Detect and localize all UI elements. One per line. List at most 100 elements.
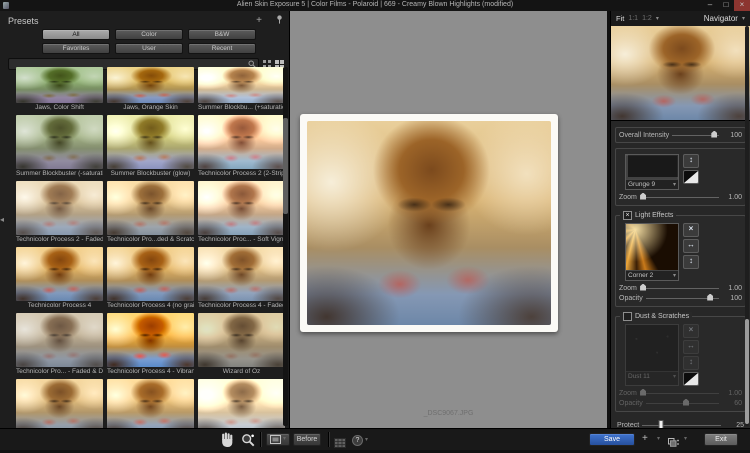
save-button[interactable]: Save (589, 433, 635, 446)
snapshot-dropdown-icon[interactable]: ▾ (657, 433, 660, 446)
flip-horizontal-button[interactable]: ↔ (683, 340, 699, 354)
flip-vertical-button[interactable]: ↕ (683, 356, 699, 370)
help-dropdown-icon[interactable]: ▾ (365, 434, 368, 447)
preset-thumbnail[interactable] (198, 247, 285, 301)
light-opacity-slider[interactable] (646, 298, 719, 299)
shuffle-light-button[interactable]: × (683, 223, 699, 237)
compare-views-button[interactable] (668, 435, 679, 453)
light-effect-picker[interactable]: Corner 2 ▾ (625, 223, 679, 281)
preset-thumbnail[interactable] (16, 67, 103, 103)
preset-thumbnail[interactable] (16, 181, 103, 235)
add-snapshot-icon[interactable]: + (642, 432, 648, 445)
preset-item[interactable]: Summer Blockbu... (+saturation) (198, 67, 285, 113)
texture-preview[interactable] (626, 155, 678, 179)
exit-button[interactable]: Exit (704, 433, 738, 446)
close-button[interactable]: × (734, 0, 750, 11)
split-view-button[interactable]: ▾ (266, 433, 290, 446)
navigator-dropdown-icon[interactable]: ▾ (742, 15, 745, 22)
light-effect-dropdown-icon[interactable]: ▾ (673, 272, 676, 279)
preset-item[interactable]: Technicolor Pro...ded & Scratched (107, 181, 194, 245)
preset-item[interactable] (107, 379, 194, 428)
presets-scrollbar-thumb[interactable] (283, 118, 288, 214)
preset-item[interactable]: Technicolor Process 4 - Faded (198, 247, 285, 311)
zoom-1-2-button[interactable]: 1:2 (642, 15, 652, 22)
minimize-button[interactable]: – (702, 0, 718, 11)
invert-texture-button[interactable] (683, 170, 699, 184)
pin-panel-icon[interactable] (276, 15, 283, 27)
before-button[interactable]: Before (293, 433, 321, 446)
tab-recent[interactable]: Recent (188, 43, 256, 54)
tab-bw[interactable]: B&W (188, 29, 256, 40)
zoom-1-1-button[interactable]: 1:1 (628, 15, 638, 22)
preset-thumbnail[interactable] (16, 379, 103, 428)
preset-item[interactable]: Technicolor Proc... - Soft Vignette (198, 181, 285, 245)
add-preset-icon[interactable]: + (256, 16, 262, 26)
texture-picker[interactable]: Grunge 9 ▾ (625, 154, 679, 190)
maximize-button[interactable]: □ (718, 0, 734, 11)
dust-texture-dropdown-icon[interactable]: ▾ (673, 373, 676, 380)
contact-sheet-button[interactable] (334, 435, 346, 453)
preset-thumbnail[interactable] (107, 379, 194, 428)
light-effects-checkbox[interactable]: × (623, 211, 632, 220)
protect-slider[interactable] (642, 425, 721, 426)
tab-favorites[interactable]: Favorites (42, 43, 110, 54)
preset-item[interactable]: Wizard of Oz (198, 313, 285, 377)
preset-item[interactable]: Technicolor Process 2 - Faded (16, 181, 103, 245)
preset-item[interactable]: Technicolor Process 4 - Vibrant (107, 313, 194, 377)
preset-thumbnail[interactable] (198, 379, 285, 428)
dust-zoom-slider[interactable] (640, 393, 719, 394)
preset-item[interactable]: Technicolor Pro... - Faded & Dust (16, 313, 103, 377)
preset-thumbnail[interactable] (107, 67, 194, 103)
preset-item[interactable] (16, 379, 103, 428)
preset-item[interactable]: Technicolor Process 4 (16, 247, 103, 311)
tab-user[interactable]: User (115, 43, 183, 54)
invert-dust-button[interactable] (683, 372, 699, 386)
compare-dropdown-icon[interactable]: ▾ (684, 433, 687, 446)
preset-thumbnail[interactable] (107, 181, 194, 235)
help-button[interactable]: ? (352, 435, 363, 446)
dust-texture-preview[interactable] (626, 325, 678, 371)
hand-tool-button[interactable] (220, 432, 235, 452)
preset-thumbnail[interactable] (198, 67, 285, 103)
flip-vertical-button[interactable]: ↕ (683, 255, 699, 269)
preset-thumbnail[interactable] (16, 313, 103, 367)
preset-thumbnail[interactable] (198, 313, 285, 367)
flip-vertical-button[interactable]: ↕ (683, 154, 699, 168)
tab-color[interactable]: Color (115, 29, 183, 40)
preset-label: Technicolor Process 4 (no grain) (107, 301, 194, 311)
settings-scrollbar[interactable] (745, 26, 749, 426)
dust-scratches-checkbox[interactable] (623, 312, 632, 321)
preset-item[interactable] (198, 379, 285, 428)
dust-opacity-slider[interactable] (646, 403, 719, 404)
collapse-panel-icon[interactable]: ◂ (0, 215, 4, 224)
preset-thumbnail[interactable] (107, 313, 194, 367)
texture-dropdown-icon[interactable]: ▾ (673, 181, 676, 188)
preset-thumbnail[interactable] (198, 181, 285, 235)
fit-button[interactable]: Fit (616, 14, 624, 23)
shuffle-dust-button[interactable]: × (683, 324, 699, 338)
preset-thumbnail[interactable] (16, 115, 103, 169)
preset-item[interactable]: Jaws, Orange Skin (107, 67, 194, 113)
preset-item[interactable]: Jaws, Color Shift (16, 67, 103, 113)
tab-all[interactable]: All (42, 29, 110, 40)
navigator-thumbnail[interactable] (611, 26, 750, 121)
presets-scrollbar[interactable] (283, 67, 288, 426)
light-effect-preview[interactable] (626, 224, 678, 270)
flip-horizontal-button[interactable]: ↔ (683, 239, 699, 253)
preset-thumbnail[interactable] (16, 247, 103, 301)
preset-item[interactable]: Technicolor Process 4 (no grain) (107, 247, 194, 311)
preset-item[interactable]: Technicolor Process 2 (2-Strip) (198, 115, 285, 179)
overall-intensity-slider[interactable] (672, 135, 719, 136)
preset-thumbnail[interactable] (107, 247, 194, 301)
settings-scrollbar-thumb[interactable] (745, 319, 749, 424)
preset-thumbnail[interactable] (198, 115, 285, 169)
preset-item[interactable]: Summer Blockbuster (glow) (107, 115, 194, 179)
zoom-tool-button[interactable] (241, 433, 255, 452)
preset-thumbnail[interactable] (107, 115, 194, 169)
split-view-dropdown-icon[interactable]: ▾ (283, 433, 286, 446)
preset-item[interactable]: Summer Blockbuster (-saturation) (16, 115, 103, 179)
light-zoom-slider[interactable] (640, 288, 719, 289)
zoom-dropdown-icon[interactable]: ▾ (656, 15, 659, 22)
dust-texture-picker[interactable]: Dust 11 ▾ (625, 324, 679, 386)
texture-zoom-slider[interactable] (640, 197, 719, 198)
